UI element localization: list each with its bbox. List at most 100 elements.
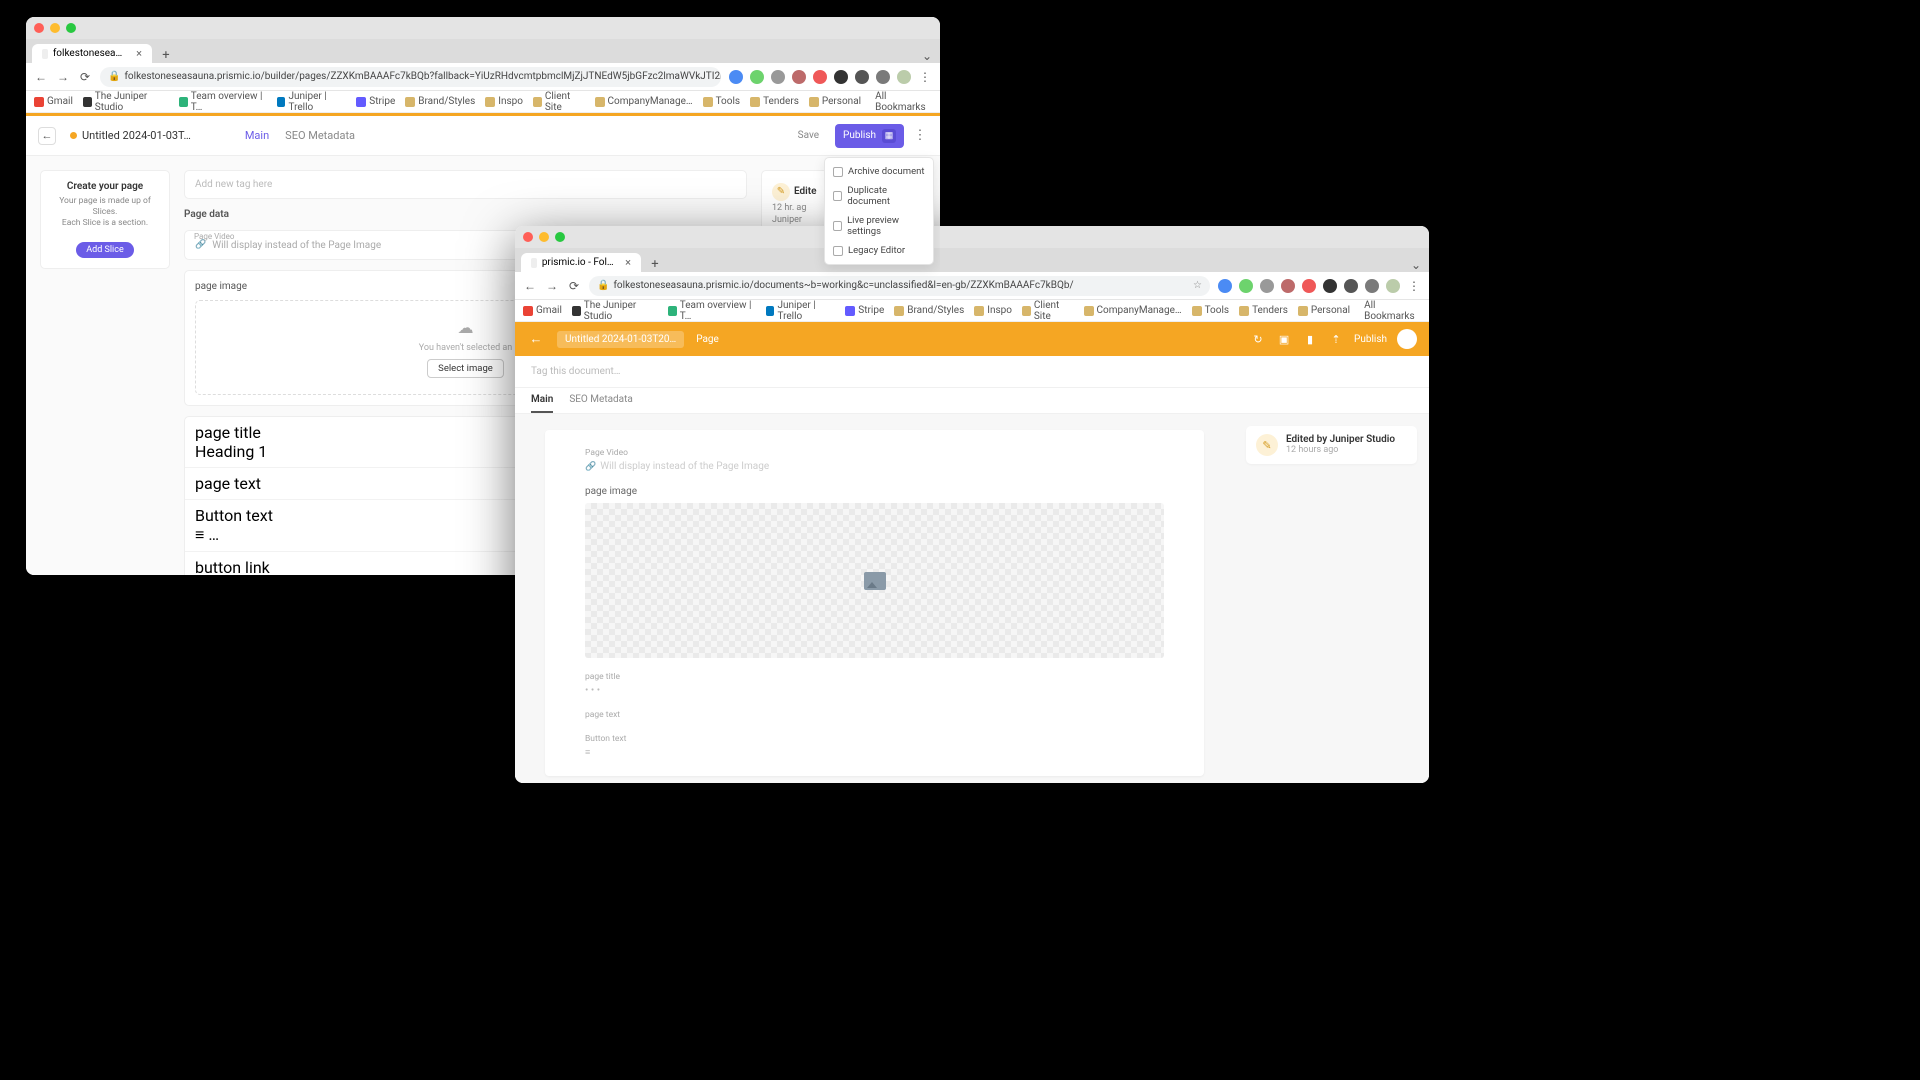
image-placeholder[interactable]: [585, 503, 1164, 658]
extension-icon[interactable]: [876, 70, 890, 84]
bookmark-folder[interactable]: Client Site: [1022, 300, 1074, 322]
bookmark-folder[interactable]: Brand/Styles: [894, 305, 964, 316]
bookmark-folder[interactable]: Tenders: [750, 96, 799, 107]
page-video-field[interactable]: Page Video 🔗Will display instead of the …: [585, 448, 1164, 472]
new-release-icon[interactable]: ▣: [1276, 331, 1292, 347]
reload-icon[interactable]: ⟳: [78, 70, 92, 84]
extension-icon[interactable]: [1260, 279, 1274, 293]
browser-tab[interactable]: folkestoneseasauna - Untitl… ×: [32, 44, 152, 63]
bookmark-item[interactable]: Juniper | Trello: [277, 91, 347, 113]
back-button[interactable]: ←: [527, 330, 545, 348]
extension-icon[interactable]: [1302, 279, 1316, 293]
extension-icon[interactable]: [834, 70, 848, 84]
document-title-chip[interactable]: Untitled 2024-01-03T20…: [557, 331, 684, 348]
user-avatar[interactable]: [1397, 329, 1417, 349]
tab-seo-metadata[interactable]: SEO Metadata: [569, 388, 633, 413]
bookmark-item[interactable]: The Juniper Studio: [83, 91, 169, 113]
close-tab-icon[interactable]: ×: [136, 47, 142, 60]
back-button[interactable]: ←: [38, 127, 56, 145]
new-tab-button[interactable]: +: [158, 47, 174, 63]
revision-card[interactable]: ✎ Edited by Juniper Studio 12 hours ago: [1246, 426, 1417, 464]
profile-avatar-icon[interactable]: [1386, 279, 1400, 293]
bookmark-item[interactable]: Stripe: [845, 305, 884, 316]
address-bar[interactable]: 🔒 folkestoneseasauna.prismic.io/document…: [589, 276, 1210, 296]
extension-icon[interactable]: [1218, 279, 1232, 293]
back-icon[interactable]: ←: [523, 279, 537, 293]
extension-icon[interactable]: [792, 70, 806, 84]
bookmark-item[interactable]: Stripe: [356, 96, 395, 107]
bookmark-folder[interactable]: Client Site: [533, 91, 585, 113]
bookmark-folder[interactable]: Tenders: [1239, 305, 1288, 316]
maximize-window-icon[interactable]: [66, 23, 76, 33]
page-text-field[interactable]: page text: [585, 710, 1164, 720]
bookmark-folder[interactable]: Inspo: [485, 96, 523, 107]
bookmark-folder[interactable]: Tools: [703, 96, 740, 107]
bookmark-folder[interactable]: Personal: [809, 96, 861, 107]
forward-icon[interactable]: →: [56, 70, 70, 84]
browser-tab[interactable]: prismic.io - Folkestone Sea S ×: [521, 253, 641, 272]
select-image-button[interactable]: Select image: [427, 359, 504, 378]
all-bookmarks-button[interactable]: All Bookmarks: [871, 91, 932, 113]
kebab-menu-icon[interactable]: ⋮: [1407, 279, 1421, 293]
star-icon[interactable]: ☆: [1193, 280, 1202, 291]
chevron-down-icon[interactable]: ⌄: [1409, 258, 1423, 272]
tag-input[interactable]: Tag this document…: [515, 356, 1429, 388]
chevron-down-icon[interactable]: ⌄: [920, 49, 934, 63]
bookmark-item[interactable]: Team overview | T…: [668, 300, 756, 322]
publish-button[interactable]: Publish: [1354, 334, 1387, 345]
extension-icon[interactable]: [750, 70, 764, 84]
unpublish-icon[interactable]: ⇡: [1328, 331, 1344, 347]
tab-main[interactable]: Main: [245, 125, 269, 146]
tab-main[interactable]: Main: [531, 388, 553, 413]
new-tab-button[interactable]: +: [647, 256, 663, 272]
bookmark-item[interactable]: Gmail: [523, 305, 562, 316]
extension-icon[interactable]: [1323, 279, 1337, 293]
extension-icon[interactable]: [1239, 279, 1253, 293]
bookmark-folder[interactable]: CompanyManage…: [595, 96, 693, 107]
bookmark-folder[interactable]: CompanyManage…: [1084, 305, 1182, 316]
forward-icon[interactable]: →: [545, 279, 559, 293]
extension-icon[interactable]: [1281, 279, 1295, 293]
extension-icon[interactable]: [1344, 279, 1358, 293]
bookmark-folder[interactable]: Brand/Styles: [405, 96, 475, 107]
tab-seo-metadata[interactable]: SEO Metadata: [285, 125, 355, 146]
address-bar[interactable]: 🔒 folkestoneseasauna.prismic.io/builder/…: [100, 67, 721, 87]
menu-live-preview-settings[interactable]: Live preview settings: [825, 211, 933, 241]
extension-icon[interactable]: [1365, 279, 1379, 293]
menu-legacy-editor[interactable]: Legacy Editor: [825, 241, 933, 260]
menu-duplicate-document[interactable]: Duplicate document: [825, 181, 933, 211]
close-window-icon[interactable]: [34, 23, 44, 33]
minimize-window-icon[interactable]: [50, 23, 60, 33]
history-icon[interactable]: ↻: [1250, 331, 1266, 347]
close-window-icon[interactable]: [523, 232, 533, 242]
bookmark-item[interactable]: The Juniper Studio: [572, 300, 658, 322]
tag-input[interactable]: Add new tag here: [184, 170, 747, 199]
profile-avatar-icon[interactable]: [897, 70, 911, 84]
kebab-menu-icon[interactable]: ⋮: [918, 70, 932, 84]
save-button[interactable]: Save: [790, 126, 827, 145]
publish-button[interactable]: Publish ▦: [835, 124, 904, 148]
reload-icon[interactable]: ⟳: [567, 279, 581, 293]
bookmark-folder[interactable]: Personal: [1298, 305, 1350, 316]
bookmark-item[interactable]: Gmail: [34, 96, 73, 107]
bookmark-item[interactable]: Team overview | T…: [179, 91, 267, 113]
schedule-icon[interactable]: ▦: [882, 129, 896, 143]
page-title-field[interactable]: page title • • •: [585, 672, 1164, 696]
extension-icon[interactable]: [813, 70, 827, 84]
extension-icon[interactable]: [855, 70, 869, 84]
back-icon[interactable]: ←: [34, 70, 48, 84]
bookmark-folder[interactable]: Inspo: [974, 305, 1012, 316]
menu-archive-document[interactable]: Archive document: [825, 162, 933, 181]
bookmark-item[interactable]: Juniper | Trello: [766, 300, 836, 322]
extension-icon[interactable]: [771, 70, 785, 84]
more-actions-button[interactable]: ⋮: [912, 128, 928, 144]
bookmark-icon[interactable]: ▮: [1302, 331, 1318, 347]
all-bookmarks-button[interactable]: All Bookmarks: [1360, 300, 1421, 322]
button-text-field[interactable]: Button text ≡: [585, 734, 1164, 758]
minimize-window-icon[interactable]: [539, 232, 549, 242]
bookmark-folder[interactable]: Tools: [1192, 305, 1229, 316]
close-tab-icon[interactable]: ×: [625, 256, 631, 269]
maximize-window-icon[interactable]: [555, 232, 565, 242]
add-slice-button[interactable]: Add Slice: [76, 242, 133, 258]
extension-icon[interactable]: [729, 70, 743, 84]
